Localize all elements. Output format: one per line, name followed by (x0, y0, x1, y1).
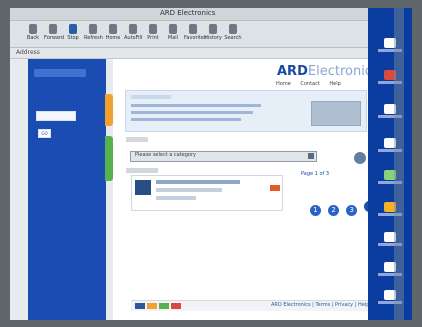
page-2-button[interactable]: 2 (328, 205, 340, 216)
autofill-button[interactable]: AutoFill (124, 23, 142, 45)
category-select[interactable]: Please select a category (130, 151, 317, 162)
product-text-line (156, 188, 222, 192)
product-text-line (156, 196, 196, 200)
autofill-icon (129, 24, 137, 34)
pager-label: Page 1 of 3 (301, 171, 330, 177)
brand-nav: Home Contact Help (276, 81, 371, 88)
nav-home-link[interactable]: Home (276, 81, 291, 87)
back-button[interactable]: Back (24, 23, 42, 45)
vertical-scrollbar[interactable] (394, 8, 404, 320)
brand-part2: Electro (307, 64, 353, 79)
product-title-line (156, 180, 240, 184)
screenshot-root: ARD Electronics Back Forward Stop Refres… (0, 0, 422, 327)
browser-window: ARD Electronics Back Forward Stop Refres… (10, 8, 412, 320)
product-price-badge (270, 185, 280, 191)
refresh-icon (89, 24, 97, 34)
sidebar-go-label: GO (41, 131, 48, 136)
main-page: ARDElectronics Home Contact Help Please … (113, 59, 378, 320)
banner-heading (131, 95, 171, 99)
history-icon (209, 24, 217, 34)
featured-product-card[interactable] (131, 175, 283, 211)
footer-swatch (135, 303, 145, 309)
category-section-label (126, 137, 148, 142)
orange-side-tab[interactable] (105, 94, 113, 126)
sidebar-logo (34, 69, 86, 77)
green-side-tab[interactable] (105, 136, 113, 181)
category-select-text: Please select a category (135, 152, 197, 158)
chevron-down-icon (308, 153, 314, 159)
footer-swatch (171, 303, 181, 309)
window-title: ARD Electronics (160, 9, 216, 17)
product-thumbnail (135, 180, 151, 195)
go-circle-button[interactable] (354, 152, 366, 164)
page-1-button[interactable]: 1 (310, 205, 321, 216)
forward-icon (49, 24, 57, 34)
print-button[interactable]: Print (144, 23, 162, 45)
nav-contact-link[interactable]: Contact (300, 81, 319, 87)
banner-text-line (131, 118, 241, 121)
favorites-icon (189, 24, 197, 34)
print-icon (149, 24, 157, 34)
left-sidebar: GO (28, 59, 106, 320)
products-section-label (126, 168, 158, 173)
search-icon (229, 24, 237, 34)
home-icon (109, 24, 117, 34)
right-dock (368, 8, 412, 320)
address-bar[interactable]: Address (10, 48, 412, 59)
footer-links[interactable]: ARD Electronics | Terms | Privacy | Help (271, 302, 369, 308)
nav-help-link[interactable]: Help (329, 81, 340, 87)
home-button[interactable]: Home (104, 23, 122, 45)
refresh-button[interactable]: Refresh (84, 23, 103, 45)
browser-toolbar: Back Forward Stop Refresh Home AutoFill … (10, 21, 412, 48)
sidebar-go-button[interactable]: GO (38, 129, 51, 138)
forward-button[interactable]: Forward (44, 23, 64, 45)
page-3-button[interactable]: 3 (346, 205, 358, 216)
sidebar-search-input[interactable] (36, 111, 76, 121)
footer-swatch (159, 303, 169, 309)
banner-text-line (131, 104, 261, 107)
mail-button[interactable]: Mail (164, 23, 182, 45)
stop-button[interactable]: Stop (64, 23, 82, 45)
welcome-banner (125, 90, 367, 132)
banner-text-line (131, 111, 253, 114)
banner-promo-box[interactable] (311, 101, 361, 126)
mail-icon (169, 24, 177, 34)
window-titlebar[interactable]: ARD Electronics (10, 8, 412, 21)
stop-icon (69, 24, 77, 34)
footer-swatch (147, 303, 157, 309)
search-button[interactable]: Search (224, 23, 242, 45)
history-button[interactable]: History (204, 23, 222, 45)
favorites-button[interactable]: Favorites (184, 23, 207, 45)
address-label: Address (16, 49, 40, 56)
page-footer: ARD Electronics | Terms | Privacy | Help (131, 300, 376, 311)
brand-logo[interactable]: ARDElectronics (277, 64, 378, 79)
brand-part1: ARD (277, 64, 308, 79)
back-icon (29, 24, 37, 34)
